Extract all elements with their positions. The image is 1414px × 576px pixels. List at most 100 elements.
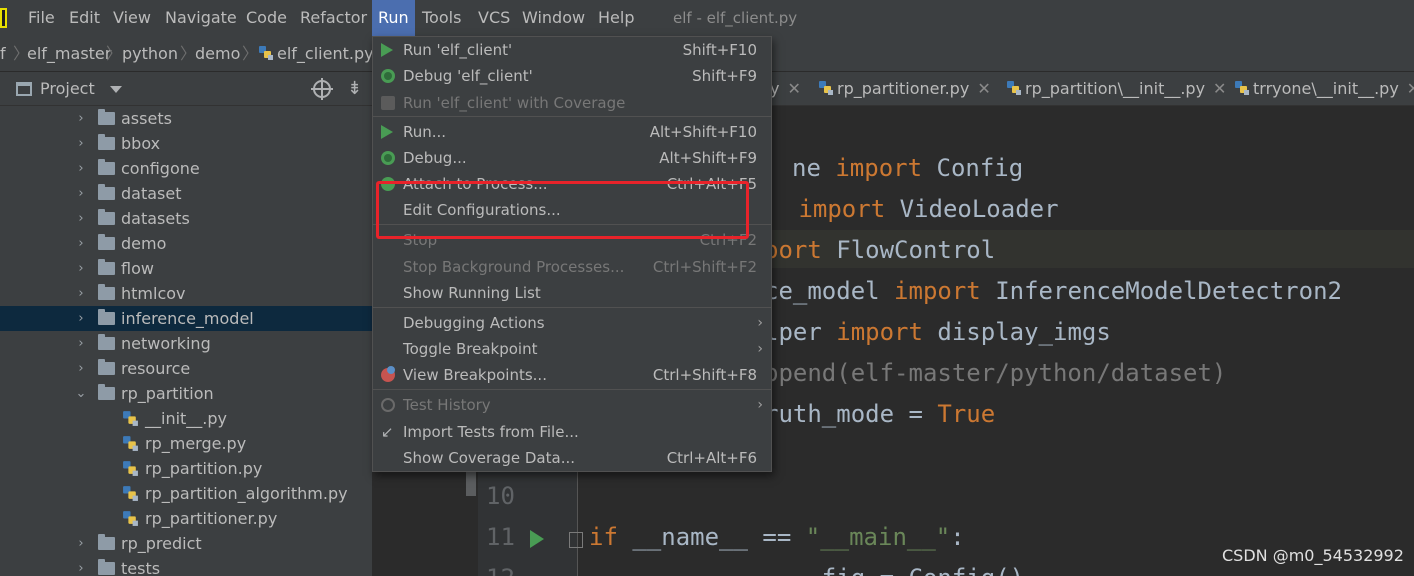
tree-folder-row[interactable]: › configone [0, 156, 372, 181]
python-file-icon [123, 411, 138, 426]
breadcrumb-file-label: elf_client.py [277, 44, 374, 63]
menu-code[interactable]: Code [240, 0, 293, 36]
breadcrumb-item[interactable]: demo [195, 36, 240, 72]
run-gutter-icon[interactable] [530, 530, 544, 548]
editor-tab[interactable]: rp_partitioner.py ✕ [818, 72, 991, 106]
tree-folder-row[interactable]: › flow [0, 256, 372, 281]
chevron-right-icon[interactable]: › [74, 206, 88, 231]
chevron-right-icon[interactable]: › [74, 156, 88, 181]
menu-item-shortcut: Shift+F10 [682, 41, 757, 59]
locate-icon[interactable] [311, 78, 333, 100]
chevron-right-icon[interactable]: › [74, 131, 88, 156]
project-tree: › assets › bbox › configone › dataset › datasets ›… [0, 106, 372, 576]
tree-folder-row[interactable]: › networking [0, 331, 372, 356]
scrollbar-thumb[interactable] [466, 470, 476, 496]
menu-refactor[interactable]: Refactor [294, 0, 373, 36]
menu-run[interactable]: Run [372, 0, 415, 36]
tree-item-label: rp_partition [121, 384, 214, 403]
menu-navigate[interactable]: Navigate [159, 0, 243, 36]
breadcrumb-item[interactable]: elf_master [27, 36, 111, 72]
menu-item-label: Import Tests from File... [403, 423, 579, 441]
menu-file[interactable]: File [22, 0, 61, 36]
tree-folder-row[interactable]: › rp_predict [0, 531, 372, 556]
tree-folder-row[interactable]: › datasets [0, 206, 372, 231]
editor-tab[interactable]: trryone\__init__.py ✕ [1234, 72, 1414, 106]
breadcrumb-file[interactable]: elf_client.py [258, 36, 374, 72]
menu-item-label: View Breakpoints... [403, 366, 547, 384]
menu-item-import-tests-from-file[interactable]: ↙ Import Tests from File... [373, 419, 771, 445]
menu-help[interactable]: Help [592, 0, 640, 36]
collapse-all-icon[interactable]: ⇟ [347, 80, 363, 98]
tree-folder-row[interactable]: › bbox [0, 131, 372, 156]
menu-window[interactable]: Window [516, 0, 591, 36]
menu-item-label: Run... [403, 123, 447, 141]
chevron-right-icon[interactable]: › [74, 106, 88, 131]
tree-file-row[interactable]: rp_merge.py [0, 431, 372, 456]
breadcrumb-item[interactable]: python [122, 36, 178, 72]
tree-folder-row[interactable]: › assets [0, 106, 372, 131]
menu-item-run-elf-client[interactable]: Run 'elf_client' Shift+F10 [373, 37, 771, 63]
close-icon[interactable]: ✕ [1407, 79, 1414, 98]
tree-file-row[interactable]: __init__.py [0, 406, 372, 431]
folder-icon [98, 109, 115, 125]
chevron-right-icon[interactable]: › [74, 331, 88, 356]
tree-folder-row[interactable]: › htmlcov [0, 281, 372, 306]
tab-label: trryone\__init__.py [1253, 79, 1399, 98]
tree-item-label: htmlcov [121, 284, 186, 303]
breadcrumb-separator: 〉 [180, 44, 197, 63]
menu-item-debug[interactable]: Debug... Alt+Shift+F9 [373, 145, 771, 171]
tree-folder-row[interactable]: › resource [0, 356, 372, 381]
menu-bar: File Edit View Navigate Code Refactor Ru… [0, 0, 1414, 36]
menu-item-run[interactable]: Run... Alt+Shift+F10 [373, 119, 771, 145]
tree-item-label: inference_model [121, 309, 254, 328]
menu-item-show-coverage-data[interactable]: Show Coverage Data... Ctrl+Alt+F6 [373, 445, 771, 471]
tree-file-row[interactable]: rp_partitioner.py [0, 506, 372, 531]
menu-edit[interactable]: Edit [63, 0, 106, 36]
tree-folder-row[interactable]: › inference_model [0, 306, 372, 331]
code-line: fig = Config() [764, 564, 1024, 576]
tree-item-label: flow [121, 259, 154, 278]
chevron-right-icon[interactable]: › [74, 531, 88, 556]
fold-icon[interactable] [569, 532, 583, 548]
close-icon[interactable]: ✕ [787, 79, 800, 98]
menu-vcs[interactable]: VCS [472, 0, 516, 36]
close-icon[interactable]: ✕ [1213, 79, 1226, 98]
chevron-right-icon[interactable]: › [74, 281, 88, 306]
menu-item-label: Stop Background Processes... [403, 258, 625, 276]
menu-item-shortcut: Ctrl+Shift+F8 [652, 366, 757, 384]
folder-icon [98, 534, 115, 550]
tree-file-row[interactable]: rp_partition_algorithm.py [0, 481, 372, 506]
chevron-right-icon[interactable]: › [74, 181, 88, 206]
menu-item-view-breakpoints[interactable]: View Breakpoints... Ctrl+Shift+F8 [373, 362, 771, 388]
breadcrumb-item[interactable]: f [0, 36, 6, 72]
chevron-right-icon[interactable]: › [74, 556, 88, 576]
chevron-right-icon[interactable]: › [74, 256, 88, 281]
editor-tab[interactable]: y ✕ [770, 72, 801, 106]
chevron-right-icon[interactable]: › [74, 306, 88, 331]
close-icon[interactable]: ✕ [977, 79, 990, 98]
menu-item-toggle-breakpoint[interactable]: Toggle Breakpoint › [373, 336, 771, 362]
menu-item-debug-elf-client[interactable]: Debug 'elf_client' Shift+F9 [373, 63, 771, 89]
tree-item-label: rp_partitioner.py [145, 509, 278, 528]
project-title[interactable]: Project [40, 72, 95, 106]
tree-folder-row[interactable]: › tests [0, 556, 372, 576]
tree-file-row[interactable]: rp_partition.py [0, 456, 372, 481]
chevron-down-icon[interactable]: ⌄ [74, 381, 88, 406]
menu-item-shortcut: Alt+Shift+F10 [649, 123, 757, 141]
tab-label: rp_partitioner.py [837, 79, 970, 98]
editor-tab[interactable]: rp_partition\__init__.py ✕ [1006, 72, 1226, 106]
menu-separator [373, 307, 771, 308]
play-icon [381, 125, 393, 139]
menu-view[interactable]: View [107, 0, 157, 36]
chevron-right-icon[interactable]: › [74, 356, 88, 381]
code-line: lper import display_imgs [764, 318, 1111, 346]
tree-folder-row[interactable]: ⌄ rp_partition [0, 381, 372, 406]
menu-tools[interactable]: Tools [416, 0, 467, 36]
chevron-down-icon[interactable] [110, 86, 122, 93]
tree-folder-row[interactable]: › dataset [0, 181, 372, 206]
menu-item-show-running-list[interactable]: Show Running List [373, 280, 771, 306]
menu-item-debugging-actions[interactable]: Debugging Actions › [373, 310, 771, 336]
chevron-right-icon[interactable]: › [74, 231, 88, 256]
tree-folder-row[interactable]: › demo [0, 231, 372, 256]
python-file-icon [123, 511, 138, 526]
